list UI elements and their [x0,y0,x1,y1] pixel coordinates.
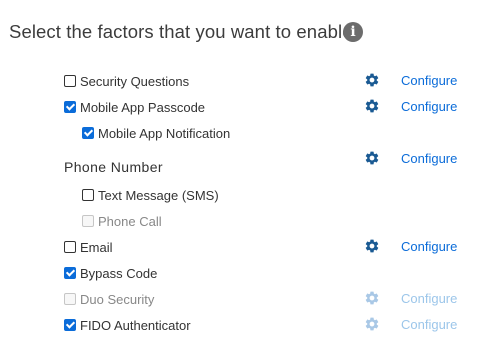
factor-phone-call: Phone Call [82,211,162,231]
mobile-app-passcode-checkbox[interactable] [64,101,76,113]
fido-authenticator-label: FIDO Authenticator [80,317,191,333]
email-label: Email [80,239,113,255]
factor-security-questions[interactable]: Security Questions [64,71,189,91]
factor-mobile-app-notification[interactable]: Mobile App Notification [82,123,230,143]
mobile-app-passcode-gear-icon[interactable] [364,98,380,114]
page-title: Select the factors that you want to enab… [9,21,358,42]
email-configure-link[interactable]: Configure [401,239,457,254]
bypass-code-label: Bypass Code [80,265,158,281]
fido-authenticator-configure-link: Configure [401,317,458,332]
phone-number-section-label: Phone Number [64,159,163,175]
factor-email[interactable]: Email [64,237,113,257]
phone-number-gear-icon[interactable] [364,150,380,166]
fido-authenticator-gear-icon [364,316,380,332]
factor-text-message[interactable]: Text Message (SMS) [82,185,219,205]
bypass-code-checkbox[interactable] [64,267,76,279]
security-questions-label: Security Questions [80,73,190,89]
mobile-app-notification-label: Mobile App Notification [98,125,231,141]
duo-security-gear-icon [364,290,380,306]
phone-number-configure-link[interactable]: Configure [401,151,457,166]
duo-security-label: Duo Security [80,291,155,307]
factor-settings-panel: Select the factors that you want to enab… [0,0,501,364]
phone-call-checkbox [82,215,94,227]
phone-call-label: Phone Call [98,213,162,229]
factor-fido-authenticator[interactable]: FIDO Authenticator [64,315,191,335]
security-questions-gear-icon[interactable] [364,72,380,88]
factor-duo-security: Duo Security [64,289,154,309]
factor-bypass-code[interactable]: Bypass Code [64,263,157,283]
info-icon[interactable]: i [343,22,363,42]
email-checkbox[interactable] [64,241,76,253]
duo-security-configure-link: Configure [401,291,458,306]
mobile-app-passcode-configure-link[interactable]: Configure [401,99,457,114]
security-questions-checkbox[interactable] [64,75,76,87]
factor-mobile-app-passcode[interactable]: Mobile App Passcode [64,97,205,117]
fido-authenticator-checkbox[interactable] [64,319,76,331]
mobile-app-passcode-label: Mobile App Passcode [80,99,206,115]
duo-security-checkbox [64,293,76,305]
text-message-label: Text Message (SMS) [98,187,219,203]
security-questions-configure-link[interactable]: Configure [401,73,457,88]
mobile-app-notification-checkbox[interactable] [82,127,94,139]
email-gear-icon[interactable] [364,238,380,254]
text-message-checkbox[interactable] [82,189,94,201]
